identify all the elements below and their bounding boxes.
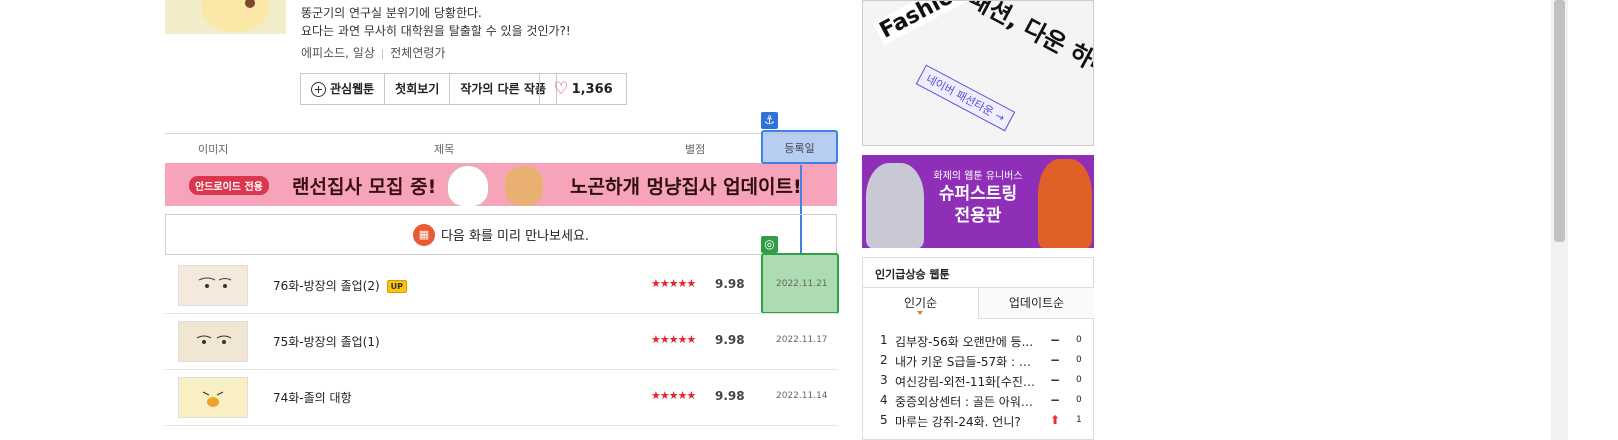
anchor-icon: ⚓ <box>761 112 778 129</box>
ranking-item[interactable]: 2 내가 키운 S급들-57화 : 한... − 0 <box>880 353 1090 373</box>
fashiontown-ad[interactable]: FashionTown 패션, 다운 하나로 끝. 네이버 패션타운 → <box>862 0 1094 146</box>
episode-title: 74화-졸의 대항 <box>273 391 352 405</box>
table-row[interactable]: 76화-방장의 졸업(2) UP ★★★★★ 9.98 2022.11.21 <box>165 257 837 314</box>
header-image: 이미지 <box>198 143 229 156</box>
like-count: 1,366 <box>571 81 613 97</box>
table-row[interactable]: 75화-방장의 졸업(1) ★★★★★ 9.98 2022.11.17 <box>165 313 837 370</box>
rank-title: 중증외상센터 : 골든 아워-... <box>895 395 1035 409</box>
promo-banner[interactable]: 안드로이드 전용 랜선집사 모집 중! 노곤하개 멍냥집사 업데이트! <box>165 163 837 206</box>
episode-title-link[interactable]: 75화-방장의 졸업(1) <box>273 333 380 350</box>
like-button[interactable]: ♡ 1,366 <box>539 73 627 105</box>
rank-title: 김부장-56화 오랜만에 등... <box>895 335 1034 349</box>
table-row[interactable]: 74화-졸의 대항 ★★★★★ 9.98 2022.11.14 <box>165 369 837 426</box>
date-header-highlight[interactable]: 등록일 <box>761 130 838 164</box>
rating-score: 9.98 <box>715 277 745 291</box>
webtoon-thumbnail[interactable] <box>165 0 286 34</box>
next-episode-preview[interactable]: ▦ 다음 화를 미리 만나보세요. <box>165 214 837 255</box>
rank-number: 1 <box>880 333 888 347</box>
description-line: 똥군기의 연구실 분위기에 당황한다. <box>301 6 482 20</box>
description-line: 요다는 과연 무사히 대학원을 탈출할 수 있을 것인가?! <box>301 24 571 38</box>
target-icon: ◎ <box>761 236 778 253</box>
episode-title-link[interactable]: 74화-졸의 대항 <box>273 389 352 406</box>
ad-subtitle: 화제의 웹툰 유니버스 <box>933 171 1023 182</box>
ad-title: 슈퍼스트링 전용관 <box>862 183 1094 227</box>
genre-label: 에피소드, 일상 <box>301 46 375 60</box>
header-date: 등록일 <box>784 142 815 155</box>
episode-thumbnail[interactable] <box>178 377 248 418</box>
action-buttons: 관심웹툰 첫회보기 작가의 다른 작품 <box>300 73 557 105</box>
rating-score: 9.98 <box>715 389 745 403</box>
star-rating: ★★★★★ <box>651 389 696 402</box>
episode-illustration <box>179 266 247 305</box>
dog-illustration <box>447 165 489 206</box>
superstring-ad[interactable]: 화제의 웹툰 유니버스 슈퍼스트링 전용관 <box>862 155 1094 248</box>
rank-number: 2 <box>880 353 888 367</box>
thumbnail-illustration <box>201 0 269 32</box>
rank-change-count: 1 <box>1076 415 1082 425</box>
plus-icon <box>311 81 326 97</box>
upload-date: 2022.11.17 <box>776 335 828 345</box>
tab-update[interactable]: 업데이트순 <box>978 288 1094 319</box>
header-title: 제목 <box>434 143 455 156</box>
banner-text: 노곤하개 멍냥집사 업데이트! <box>570 176 802 198</box>
rank-number: 4 <box>880 393 888 407</box>
star-rating: ★★★★★ <box>651 333 696 346</box>
genre-info: 에피소드, 일상 | 전체연령가 <box>301 44 445 61</box>
ranking-item[interactable]: 5 마루는 강쥐-24화. 언니? ⬆ 1 <box>880 413 1090 433</box>
panel-title: 인기급상승 웹툰 <box>875 268 950 281</box>
rank-change-icon: − <box>1050 333 1061 347</box>
first-episode-button[interactable]: 첫회보기 <box>385 74 451 104</box>
rank-change-icon: − <box>1050 353 1061 367</box>
header-rating: 별점 <box>685 143 706 156</box>
active-tab-indicator-icon <box>917 311 923 315</box>
episode-illustration <box>179 322 247 361</box>
store-icon: ▦ <box>412 223 435 246</box>
episode-thumbnail[interactable] <box>178 265 248 306</box>
upload-date: 2022.11.14 <box>776 391 828 401</box>
rank-change-icon: − <box>1050 373 1061 387</box>
favorite-label: 관심웹툰 <box>330 82 375 96</box>
episode-title-link[interactable]: 76화-방장의 졸업(2) UP <box>273 277 408 294</box>
episode-illustration <box>179 378 247 417</box>
rising-webtoon-panel: 인기급상승 웹툰 인기순 업데이트순 1 김부장-56화 오랜만에 등... −… <box>862 257 1094 440</box>
rank-title: 여신강림-외전-11화[수진ep] <box>895 375 1035 389</box>
upload-date: 2022.11.21 <box>776 279 828 289</box>
rank-change-icon: − <box>1050 393 1061 407</box>
rank-change-count: 0 <box>1076 335 1082 345</box>
age-rating: 전체연령가 <box>390 46 446 60</box>
rank-change-count: 0 <box>1076 395 1082 405</box>
rank-number: 5 <box>880 413 888 427</box>
preview-label: 다음 화를 미리 만나보세요. <box>440 229 590 244</box>
banner-tag: 안드로이드 전용 <box>189 176 269 195</box>
ranking-item[interactable]: 4 중증외상센터 : 골든 아워-... − 0 <box>880 393 1090 413</box>
ad-title-line: 전용관 <box>954 206 1002 226</box>
rank-number: 3 <box>880 373 888 387</box>
separator: | <box>380 49 385 60</box>
tab-label: 인기순 <box>903 296 938 310</box>
favorite-button[interactable]: 관심웹툰 <box>301 74 386 104</box>
tab-popular[interactable]: 인기순 <box>863 288 978 318</box>
up-badge: UP <box>386 280 408 293</box>
episode-table-header: 이미지 제목 별점 <box>165 133 837 167</box>
ad-title-line: 슈퍼스트링 <box>938 184 1018 204</box>
ranking-item[interactable]: 1 김부장-56화 오랜만에 등... − 0 <box>880 333 1090 353</box>
ranking-tabs: 인기순 업데이트순 <box>863 287 1094 319</box>
star-rating: ★★★★★ <box>651 277 696 290</box>
scrollbar-thumb[interactable] <box>1554 0 1565 242</box>
heart-icon: ♡ <box>553 79 569 99</box>
episode-title: 75화-방장의 졸업(1) <box>273 335 380 349</box>
ad-link[interactable]: 네이버 패션타운 → <box>915 64 1016 132</box>
rank-change-count: 0 <box>1076 375 1082 385</box>
episode-title: 76화-방장의 졸업(2) <box>273 279 380 293</box>
episode-thumbnail[interactable] <box>178 321 248 362</box>
rank-title: 내가 키운 S급들-57화 : 한... <box>895 355 1035 369</box>
rank-title: 마루는 강쥐-24화. 언니? <box>895 415 1021 429</box>
dog-illustration <box>505 166 543 206</box>
rank-up-arrow-icon: ⬆ <box>1050 413 1061 427</box>
rating-score: 9.98 <box>715 333 745 347</box>
banner-text: 랜선집사 모집 중! <box>292 176 437 198</box>
rank-change-count: 0 <box>1076 355 1082 365</box>
ranking-item[interactable]: 3 여신강림-외전-11화[수진ep] − 0 <box>880 373 1090 393</box>
